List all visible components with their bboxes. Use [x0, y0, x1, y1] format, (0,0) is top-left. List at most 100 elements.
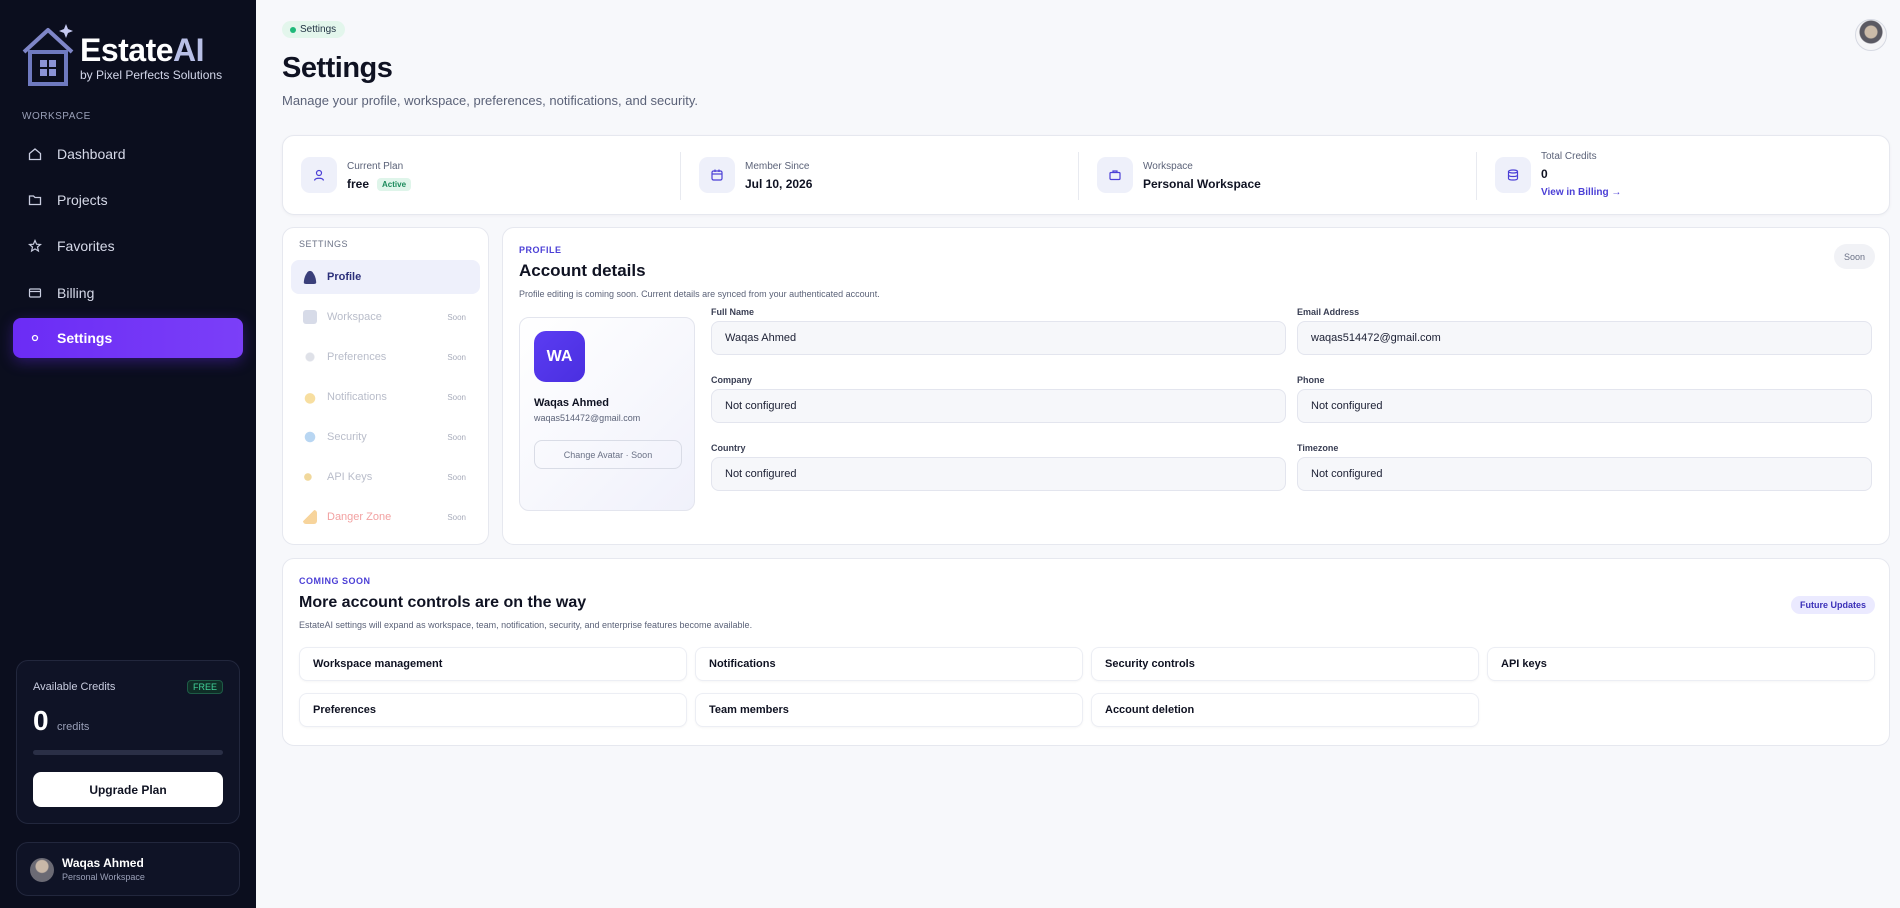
settings-tab-label: Workspace: [327, 311, 382, 323]
country-label: Country: [711, 443, 746, 453]
stat-label: Workspace: [1143, 161, 1193, 172]
sidebar-item-label: Projects: [57, 192, 108, 208]
settings-nav: SETTINGS Profile Workspace Soon Preferen…: [282, 227, 489, 545]
stat-current-plan: Current Plan free Active: [283, 136, 681, 216]
credits-unit: credits: [57, 721, 90, 733]
profile-avatar-button[interactable]: [1855, 19, 1887, 51]
section-title: Account details: [519, 261, 646, 280]
key-icon: [303, 470, 317, 484]
soon-badge: Soon: [447, 512, 466, 522]
sidebar-item-projects[interactable]: Projects: [13, 180, 243, 220]
section-description: Profile editing is coming soon. Current …: [519, 289, 880, 299]
settings-tab-label: Security: [327, 431, 367, 443]
credits-title: Available Credits: [33, 681, 116, 693]
sidebar-item-label: Settings: [57, 330, 113, 346]
section-title: More account controls are on the way: [299, 594, 587, 611]
soon-badge: Soon: [447, 312, 466, 322]
sidebar-item-label: Billing: [57, 285, 95, 301]
house-logo-icon: [22, 24, 74, 86]
credits-value: 0: [33, 705, 49, 736]
company-field[interactable]: Not configured: [711, 389, 1286, 423]
app-logo[interactable]: EstateAI by Pixel Perfects Solutions: [18, 22, 222, 88]
folder-icon: [27, 192, 43, 208]
account-details-panel: PROFILE Account details Profile editing …: [502, 227, 1890, 545]
profile-email: waqas514472@gmail.com: [534, 413, 641, 423]
calendar-icon: [699, 157, 735, 193]
feature-item: Workspace management: [299, 647, 687, 681]
section-kicker: COMING SOON: [299, 576, 371, 586]
stat-workspace: Workspace Personal Workspace: [1079, 136, 1477, 216]
stat-member-since: Member Since Jul 10, 2026: [681, 136, 1079, 216]
phone-label: Phone: [1297, 375, 1325, 385]
brand-subtitle: by Pixel Perfects Solutions: [80, 68, 223, 82]
settings-tab-danger-zone[interactable]: Danger Zone Soon: [291, 500, 480, 534]
sidebar-item-billing[interactable]: Billing: [13, 273, 243, 313]
upgrade-plan-button[interactable]: Upgrade Plan: [33, 772, 223, 807]
building-icon: [303, 310, 317, 324]
sidebar-item-label: Dashboard: [57, 146, 126, 162]
sidebar-item-dashboard[interactable]: Dashboard: [13, 134, 243, 174]
feature-item: Security controls: [1091, 647, 1479, 681]
settings-tab-security[interactable]: Security Soon: [291, 420, 480, 454]
brand-title: EstateAI: [80, 32, 205, 68]
stat-value: free: [347, 177, 370, 191]
credits-card: Available Credits FREE 0 credits Upgrade…: [16, 660, 240, 824]
settings-tab-workspace[interactable]: Workspace Soon: [291, 300, 480, 334]
feature-item: Account deletion: [1091, 693, 1479, 727]
feature-item: Preferences: [299, 693, 687, 727]
phone-field[interactable]: Not configured: [1297, 389, 1872, 423]
email-field[interactable]: waqas514472@gmail.com: [1297, 321, 1872, 355]
avatar-card: WA Waqas Ahmed waqas514472@gmail.com Cha…: [519, 317, 695, 511]
home-icon: [27, 146, 43, 162]
shield-icon: [303, 430, 317, 444]
user-icon: [301, 157, 337, 193]
sidebar-item-label: Favorites: [57, 238, 115, 254]
user-workspace: Personal Workspace: [62, 872, 145, 882]
stat-value: Jul 10, 2026: [745, 177, 813, 191]
settings-tab-api-keys[interactable]: API Keys Soon: [291, 460, 480, 494]
sidebar-item-settings[interactable]: Settings: [13, 318, 243, 358]
settings-tab-label: Preferences: [327, 351, 387, 363]
page-title: Settings: [282, 52, 393, 84]
avatar: [30, 858, 54, 882]
settings-tab-label: Profile: [327, 271, 362, 283]
gear-icon: [303, 350, 317, 364]
bell-icon: [303, 390, 317, 404]
timezone-field[interactable]: Not configured: [1297, 457, 1872, 491]
view-in-billing-link[interactable]: View in Billing →: [1541, 187, 1621, 198]
future-updates-badge: Future Updates: [1790, 596, 1875, 614]
settings-tab-profile[interactable]: Profile: [291, 260, 480, 294]
dot-icon: [27, 330, 43, 346]
account-stats-bar: Current Plan free Active Member Since Jul…: [282, 135, 1890, 215]
section-description: EstateAI settings will expand as workspa…: [299, 620, 753, 630]
credits-progress-bar: [33, 750, 223, 755]
full-name-field[interactable]: Waqas Ahmed: [711, 321, 1286, 355]
settings-tab-notifications[interactable]: Notifications Soon: [291, 380, 480, 414]
soon-badge: Soon: [447, 392, 466, 402]
warning-icon: [303, 510, 317, 524]
feature-item: API keys: [1487, 647, 1875, 681]
coming-soon-panel: COMING SOON More account controls are on…: [282, 558, 1890, 746]
breadcrumb: Settings: [282, 21, 346, 38]
change-avatar-button[interactable]: Change Avatar · Soon: [534, 440, 682, 469]
settings-tab-label: API Keys: [327, 471, 373, 483]
star-icon: [27, 238, 43, 254]
soon-badge: Soon: [447, 472, 466, 482]
stat-value: 0: [1541, 167, 1548, 181]
sidebar-item-favorites[interactable]: Favorites: [13, 226, 243, 266]
credit-card-icon: [27, 285, 43, 301]
briefcase-icon: [1097, 157, 1133, 193]
sidebar: EstateAI by Pixel Perfects Solutions WOR…: [0, 0, 256, 908]
soon-badge: Soon: [447, 432, 466, 442]
stat-label: Member Since: [745, 161, 810, 172]
company-label: Company: [711, 375, 753, 385]
settings-tab-label: Danger Zone: [327, 511, 392, 523]
user-card[interactable]: Waqas Ahmed Personal Workspace: [16, 842, 240, 896]
settings-tab-preferences[interactable]: Preferences Soon: [291, 340, 480, 374]
person-icon: [303, 270, 317, 284]
avatar-initials: WA: [534, 331, 585, 382]
country-field[interactable]: Not configured: [711, 457, 1286, 491]
stat-label: Total Credits: [1541, 151, 1597, 162]
plan-badge: FREE: [186, 680, 223, 694]
user-name: Waqas Ahmed: [62, 856, 144, 870]
